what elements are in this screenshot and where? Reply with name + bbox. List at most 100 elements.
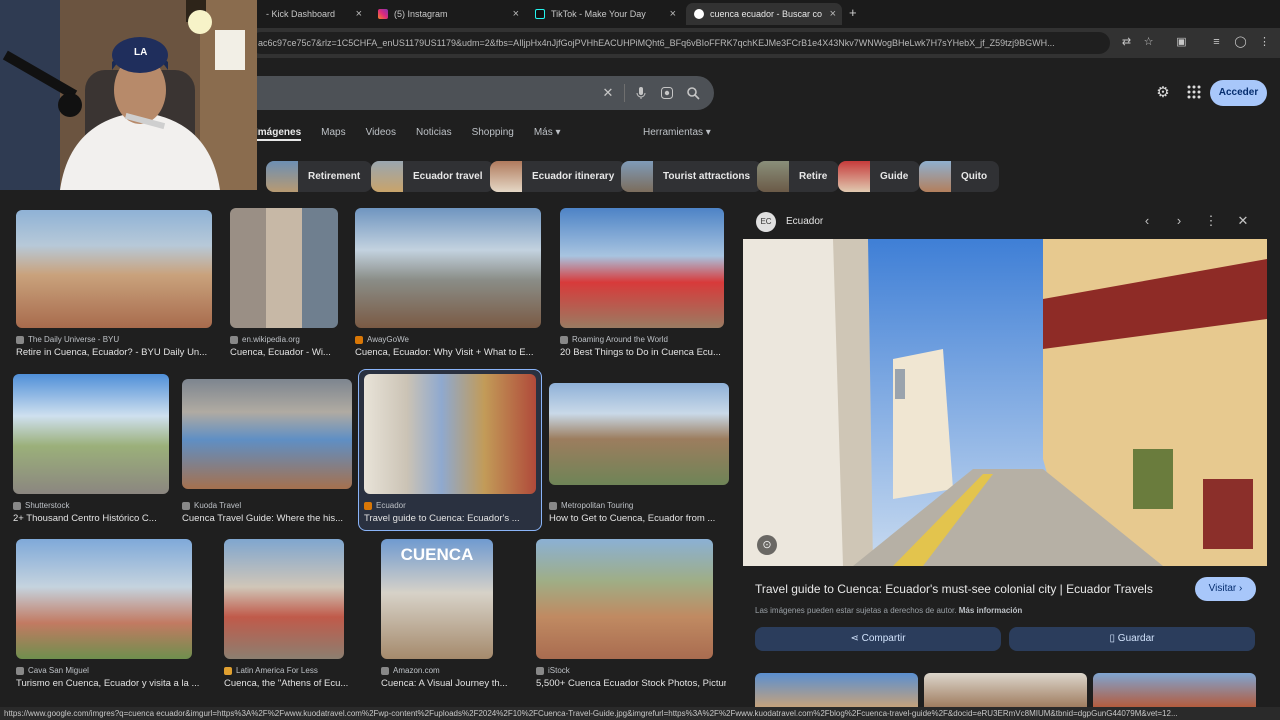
extensions-icon[interactable]: ▣ — [1175, 36, 1188, 49]
chip-thumbnail — [757, 161, 789, 192]
result-title[interactable]: Cuenca, the "Athens of Ecu... — [224, 678, 354, 689]
tab-kick-dashboard[interactable]: - Kick Dashboard × — [258, 3, 368, 25]
result-source[interactable]: Metropolitan Touring — [549, 501, 633, 510]
clear-icon[interactable]: ✕ — [601, 86, 615, 100]
search-icon[interactable] — [686, 86, 700, 100]
tab-tiktok[interactable]: TikTok - Make Your Day × — [527, 3, 682, 25]
close-icon[interactable]: ✕ — [1236, 214, 1250, 228]
result-title[interactable]: 2+ Thousand Centro Histórico C... — [13, 513, 173, 524]
result-image[interactable]: CUENCA — [381, 539, 493, 659]
result-title[interactable]: Cuenca Travel Guide: Where the his... — [182, 513, 352, 524]
profile-icon[interactable]: ◯ — [1234, 36, 1247, 49]
address-bar[interactable]: ac6c97ce75c7&rlz=1C5CHFA_enUS1179US1179&… — [250, 32, 1110, 54]
result-title[interactable]: Turismo en Cuenca, Ecuador y visita a la… — [16, 678, 206, 689]
result-source[interactable]: Latin America For Less — [224, 666, 318, 675]
related-image[interactable] — [1093, 673, 1256, 707]
result-title[interactable]: 5,500+ Cuenca Ecuador Stock Photos, Pict… — [536, 678, 726, 689]
related-image[interactable] — [755, 673, 918, 707]
result-image[interactable] — [549, 383, 729, 485]
result-image-overlay-text: CUENCA — [400, 545, 474, 564]
result-image[interactable] — [16, 539, 192, 659]
result-source[interactable]: Ecuador — [364, 501, 406, 510]
tab-instagram[interactable]: (5) Instagram × — [370, 3, 525, 25]
chip-guide[interactable]: Guide — [838, 161, 921, 192]
chip-thumbnail — [371, 161, 403, 192]
search-nav-tabs: Imágenes Maps Videos Noticias Shopping M… — [255, 127, 581, 141]
result-source[interactable]: iStock — [536, 666, 570, 675]
chevron-right-icon[interactable]: › — [1172, 214, 1186, 228]
new-tab-icon[interactable]: + — [849, 5, 857, 20]
tiktok-icon — [535, 9, 545, 19]
tab-more[interactable]: Más ▾ — [534, 127, 561, 141]
chip-ecuador-travel[interactable]: Ecuador travel — [371, 161, 495, 192]
result-title[interactable]: How to Get to Cuenca, Ecuador from ... — [549, 513, 729, 524]
chip-quito[interactable]: Quito — [919, 161, 1000, 192]
copyright-notice: Las imágenes pueden estar sujetas a dere… — [755, 606, 1023, 615]
panel-title[interactable]: Travel guide to Cuenca: Ecuador's must-s… — [755, 582, 1153, 596]
result-title[interactable]: Cuenca, Ecuador: Why Visit + What to E..… — [355, 347, 545, 358]
chevron-left-icon[interactable]: ‹ — [1140, 214, 1154, 228]
result-title[interactable]: Cuenca: A Visual Journey th... — [381, 678, 511, 689]
tab-google-search[interactable]: cuenca ecuador - Buscar con × — [686, 3, 842, 25]
chip-ecuador-itinerary[interactable]: Ecuador itinerary — [490, 161, 627, 192]
microphone-icon[interactable] — [634, 86, 648, 100]
result-source[interactable]: Shutterstock — [13, 501, 69, 510]
result-title[interactable]: Travel guide to Cuenca: Ecuador's ... — [364, 513, 536, 524]
result-title[interactable]: 20 Best Things to Do in Cuenca Ecu... — [560, 347, 730, 358]
media-icon[interactable]: ≡ — [1210, 36, 1223, 49]
tab-news[interactable]: Noticias — [416, 127, 452, 141]
close-icon[interactable]: × — [513, 8, 519, 20]
result-source[interactable]: Kuoda Travel — [182, 501, 241, 510]
preview-image[interactable]: ⊙ — [743, 239, 1267, 566]
bookmark-star-icon[interactable]: ☆ — [1142, 36, 1155, 49]
share-button[interactable]: ⋖ Compartir — [755, 627, 1001, 651]
chip-thumbnail — [266, 161, 298, 192]
tab-images[interactable]: Imágenes — [255, 127, 302, 141]
more-vert-icon[interactable]: ⋮ — [1204, 214, 1218, 228]
result-source[interactable]: AwayGoWe — [355, 335, 409, 344]
chip-thumbnail — [838, 161, 870, 192]
tab-shopping[interactable]: Shopping — [472, 127, 514, 141]
close-icon[interactable]: × — [356, 8, 362, 20]
search-input[interactable]: ✕ — [232, 76, 714, 110]
result-image[interactable] — [230, 208, 338, 328]
chip-tourist-attractions[interactable]: Tourist attractions — [621, 161, 763, 192]
gear-icon[interactable]: ⚙ — [1155, 85, 1171, 101]
sign-in-button[interactable]: Acceder — [1210, 80, 1267, 106]
result-image[interactable] — [13, 374, 169, 494]
more-info-link[interactable]: Más información — [959, 606, 1023, 615]
apps-grid-icon[interactable] — [1186, 85, 1202, 101]
close-icon[interactable]: × — [670, 8, 676, 20]
tab-title: TikTok - Make Your Day — [551, 9, 646, 19]
lens-icon[interactable] — [660, 86, 674, 100]
result-image[interactable] — [364, 374, 536, 494]
result-source[interactable]: Roaming Around the World — [560, 335, 668, 344]
result-source[interactable]: Cava San Miguel — [16, 666, 89, 675]
tab-videos[interactable]: Videos — [366, 127, 396, 141]
result-image[interactable] — [16, 210, 212, 328]
result-image[interactable] — [560, 208, 724, 328]
result-title[interactable]: Cuenca, Ecuador - Wi... — [230, 347, 342, 358]
result-image[interactable] — [224, 539, 344, 659]
panel-site-name[interactable]: Ecuador — [786, 216, 823, 227]
chip-retire[interactable]: Retire — [757, 161, 840, 192]
result-source[interactable]: Amazon.com — [381, 666, 440, 675]
translate-icon[interactable]: ⇄ — [1120, 36, 1133, 49]
tools-button[interactable]: Herramientas ▾ — [643, 127, 711, 138]
save-button[interactable]: ▯ Guardar — [1009, 627, 1255, 651]
google-icon — [694, 9, 704, 19]
result-title[interactable]: Retire in Cuenca, Ecuador? - BYU Daily U… — [16, 347, 216, 358]
chip-retirement[interactable]: Retirement — [266, 161, 373, 192]
result-image[interactable] — [355, 208, 541, 328]
result-image[interactable] — [536, 539, 713, 659]
menu-icon[interactable]: ⋮ — [1258, 36, 1271, 49]
close-icon[interactable]: × — [830, 8, 836, 20]
visit-button[interactable]: Visitar › — [1195, 577, 1256, 601]
tab-maps[interactable]: Maps — [321, 127, 345, 141]
lens-icon[interactable]: ⊙ — [757, 535, 777, 555]
tab-title: (5) Instagram — [394, 9, 448, 19]
result-source[interactable]: The Daily Universe - BYU — [16, 335, 119, 344]
result-source[interactable]: en.wikipedia.org — [230, 335, 300, 344]
result-image[interactable] — [182, 379, 352, 489]
related-image[interactable] — [924, 673, 1087, 707]
